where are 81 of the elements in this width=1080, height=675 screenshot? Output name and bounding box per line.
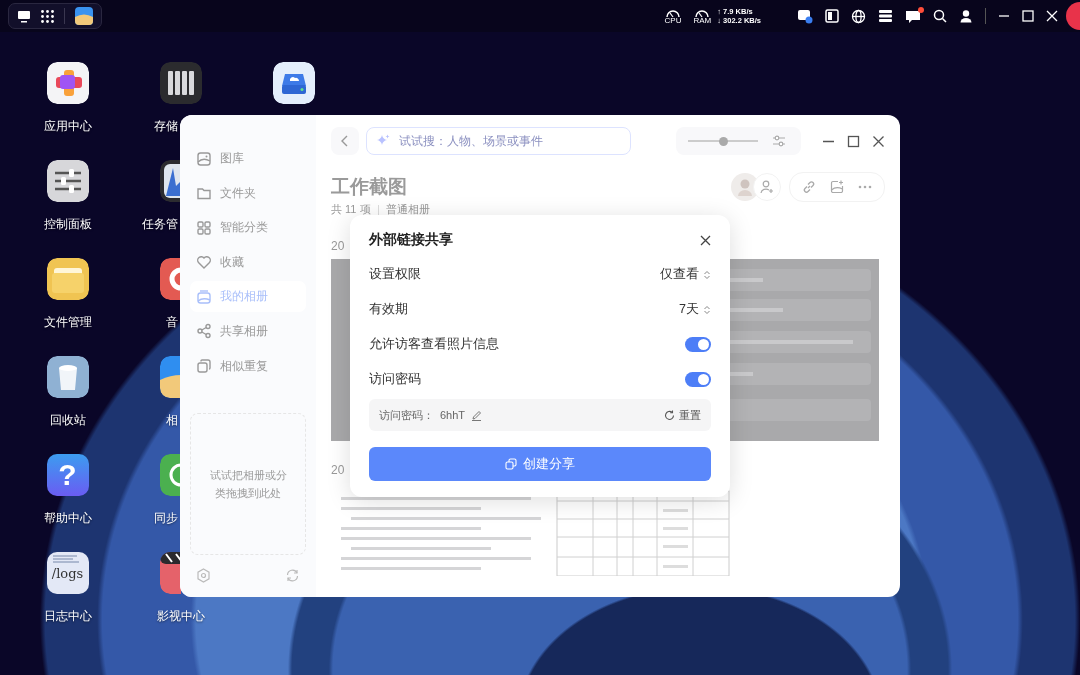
app-label: 存储 — [154, 118, 178, 135]
trash-app-icon[interactable] — [46, 356, 89, 398]
drop-hint: 试试把相册或分类拖拽到此处 — [208, 468, 288, 502]
dialog-title: 外部链接共享 — [369, 231, 453, 249]
toggle-switch[interactable] — [685, 372, 711, 387]
logs-app-icon[interactable]: /logs — [46, 552, 89, 594]
create-share-button[interactable]: 创建分享 — [369, 447, 711, 481]
stacked-squares-icon — [196, 358, 212, 375]
app-label: 文件管理 — [43, 314, 92, 331]
setting-label: 访问密码 — [369, 371, 421, 388]
heart-icon — [196, 254, 212, 271]
ram-label: RAM — [693, 15, 712, 25]
setting-label: 有效期 — [369, 301, 408, 318]
server-icon[interactable] — [878, 9, 893, 23]
image-icon — [196, 150, 212, 167]
app-label: 日志中心 — [43, 608, 92, 625]
password-field[interactable]: 访问密码： 6hhT 重置 — [369, 399, 711, 431]
folder-icon — [196, 185, 212, 202]
files-app-icon[interactable] — [46, 258, 89, 300]
app-label: 回收站 — [49, 412, 86, 429]
album-title: 工作截图 — [331, 175, 407, 199]
pencil-icon[interactable] — [471, 409, 483, 421]
drive-icon[interactable] — [797, 8, 813, 24]
panel-icon[interactable] — [825, 9, 839, 23]
globe-icon[interactable] — [851, 8, 866, 24]
password-label: 访问密码： — [379, 407, 434, 423]
app-label: 同步 — [154, 510, 178, 527]
app-label: 相 — [166, 412, 178, 429]
date-heading: 20 — [331, 239, 345, 253]
sidebar-item[interactable]: 共享相册 — [190, 315, 306, 347]
item-count: 共 11 项 — [331, 202, 371, 217]
app-label: 任务管 — [142, 216, 178, 233]
app-label: 影视中心 — [156, 608, 205, 625]
photos-app-icon[interactable] — [75, 7, 93, 25]
setting-label: 设置权限 — [369, 266, 421, 283]
user-icon[interactable] — [959, 9, 973, 23]
date-heading: 20 — [331, 463, 345, 477]
chevron-left-icon — [340, 135, 350, 147]
storage-app-icon[interactable] — [159, 62, 202, 104]
cpu-label: CPU — [664, 15, 682, 25]
app-label: 控制面板 — [43, 216, 92, 233]
app-label: 音 — [166, 314, 178, 331]
gauge-icon — [665, 7, 681, 18]
up-down-caret-icon — [703, 269, 711, 280]
chat-icon[interactable] — [905, 8, 921, 24]
drive-app-icon[interactable] — [272, 62, 315, 104]
album-icon — [196, 288, 212, 305]
control-app-icon[interactable] — [46, 160, 89, 202]
select-dropdown[interactable]: 7天 — [679, 301, 711, 318]
sidebar-item[interactable]: 文件夹 — [190, 177, 306, 209]
sidebar-item[interactable]: 智能分类 — [190, 212, 306, 244]
grid-icon — [196, 219, 212, 236]
copy-icon — [505, 458, 517, 470]
toggle-switch[interactable] — [685, 337, 711, 352]
person-icon — [737, 178, 753, 196]
search-field[interactable]: 试试搜：人物、场景或事件 — [366, 127, 631, 155]
app-label: 帮助中心 — [43, 510, 92, 527]
up-down-caret-icon — [703, 304, 711, 315]
close-button[interactable] — [700, 234, 711, 246]
sidebar-item[interactable]: 收藏 — [190, 246, 306, 278]
select-dropdown[interactable]: 仅查看 — [660, 266, 711, 283]
sidebar-item[interactable]: 我的相册 — [190, 281, 306, 313]
share-icon — [196, 323, 212, 340]
help-app-icon[interactable]: ? — [46, 454, 89, 496]
sidebar-item[interactable]: 相似重复 — [190, 350, 306, 382]
setting-label: 允许访客查看照片信息 — [369, 336, 499, 353]
password-value: 6hhT — [440, 409, 466, 421]
apps-app-icon[interactable] — [46, 62, 89, 104]
sidebar-item[interactable]: 图库 — [190, 143, 306, 174]
gauge-icon — [694, 7, 711, 18]
close-icon — [700, 234, 711, 246]
desktop-icon[interactable] — [17, 9, 31, 23]
app-grid-icon[interactable] — [41, 9, 54, 23]
refresh-icon — [664, 409, 675, 421]
maximize-icon[interactable] — [847, 134, 860, 148]
app-label: 应用中心 — [43, 118, 92, 135]
close-icon[interactable] — [872, 134, 885, 148]
add-person-icon — [760, 180, 774, 194]
reset-button[interactable]: 重置 — [664, 407, 701, 423]
album-type: 普通相册 — [385, 202, 430, 217]
search-icon[interactable] — [933, 9, 947, 23]
